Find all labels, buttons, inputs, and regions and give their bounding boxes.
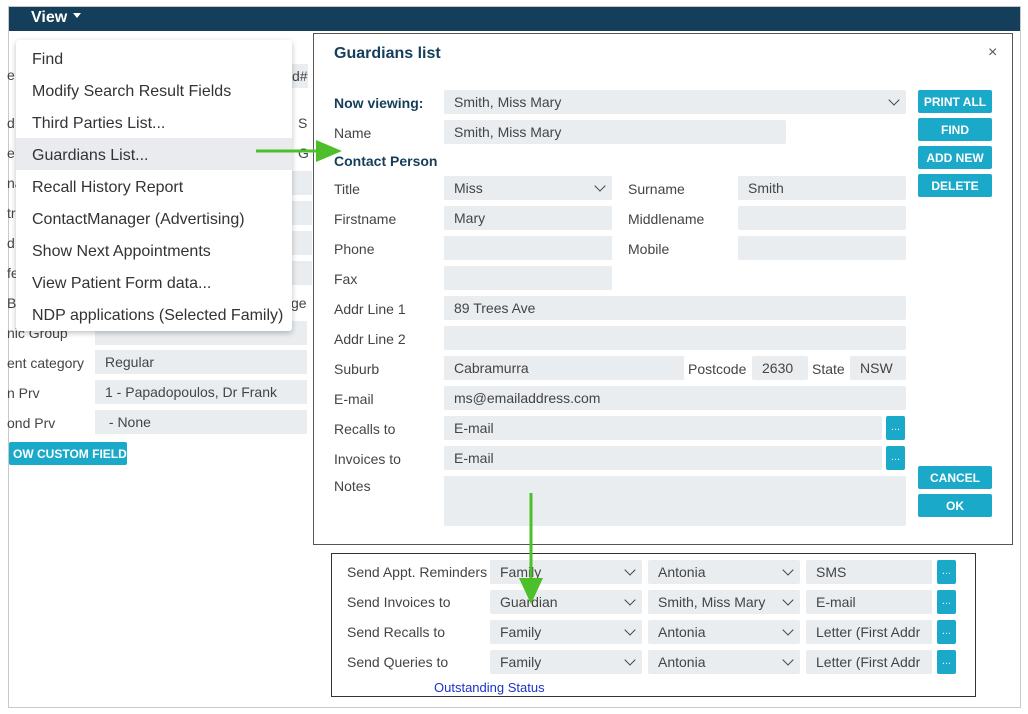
- arrow-right-icon: [256, 140, 342, 162]
- arrow-down-icon: [519, 493, 543, 604]
- annotation-arrows: [256, 140, 543, 604]
